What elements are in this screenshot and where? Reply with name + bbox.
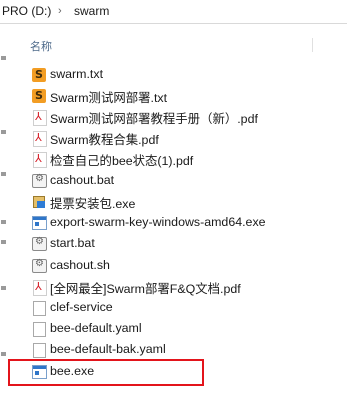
breadcrumb-folder[interactable]: swarm [74, 4, 109, 18]
file-row[interactable]: Swarm测试网部署.txt [28, 86, 328, 106]
file-name: [全网最全]Swarm部署F&Q文档.pdf [50, 282, 241, 296]
file-row[interactable]: bee-default.yaml [28, 319, 328, 339]
file-row[interactable]: [全网最全]Swarm部署F&Q文档.pdf [28, 277, 328, 297]
file-row[interactable]: 提票安装包.exe [28, 192, 328, 212]
nav-marker [1, 240, 6, 244]
file-name: cashout.sh [50, 258, 110, 272]
file-name: 检查自己的bee状态(1).pdf [50, 154, 194, 168]
nav-marker [1, 56, 6, 60]
file-name: swarm.txt [50, 67, 104, 81]
file-row[interactable]: bee-default-bak.yaml [28, 340, 328, 360]
pdf-icon [33, 131, 47, 147]
breadcrumb-drive[interactable]: PRO (D:) [2, 4, 51, 18]
nav-marker [1, 220, 6, 224]
nav-marker [1, 130, 6, 134]
file-name: Swarm测试网部署教程手册（新）.pdf [50, 112, 258, 126]
navigation-pane-edge [0, 24, 8, 400]
breadcrumb-separator-icon[interactable]: › [58, 5, 62, 17]
nav-marker [1, 172, 6, 176]
column-divider[interactable] [312, 38, 313, 52]
file-row[interactable]: clef-service [28, 298, 328, 318]
file-name: 提票安装包.exe [50, 197, 136, 211]
file-row[interactable]: export-swarm-key-windows-amd64.exe [28, 213, 328, 233]
file-name: Swarm教程合集.pdf [50, 133, 159, 147]
batch-file-icon [32, 236, 47, 251]
nav-marker [1, 286, 6, 290]
pdf-icon [33, 152, 47, 168]
sublime-text-icon [32, 89, 46, 103]
file-name: clef-service [50, 300, 113, 314]
name-column-header[interactable]: 名称 [30, 38, 52, 54]
file-name: cashout.bat [50, 173, 115, 187]
sublime-text-icon [32, 68, 46, 82]
installer-icon [32, 195, 46, 209]
batch-file-icon [32, 173, 47, 188]
file-name: bee-default.yaml [50, 321, 142, 335]
file-name: bee-default-bak.yaml [50, 342, 166, 356]
file-row[interactable]: swarm.txt [28, 65, 328, 85]
file-row[interactable]: cashout.sh [28, 256, 328, 276]
address-bar[interactable]: PRO (D:) › swarm [0, 0, 347, 24]
file-row[interactable]: start.bat [28, 234, 328, 254]
nav-marker [1, 352, 6, 356]
file-row[interactable]: Swarm教程合集.pdf [28, 128, 328, 148]
file-row[interactable]: Swarm测试网部署教程手册（新）.pdf [28, 107, 328, 127]
file-name: Swarm测试网部署.txt [50, 91, 168, 105]
file-name: export-swarm-key-windows-amd64.exe [50, 215, 266, 229]
pdf-icon [33, 110, 47, 126]
blank-file-icon [33, 343, 46, 358]
file-name: start.bat [50, 236, 95, 250]
blank-file-icon [33, 322, 46, 337]
blank-file-icon [33, 301, 46, 316]
file-row[interactable]: cashout.bat [28, 171, 328, 191]
file-row[interactable]: 检查自己的bee状态(1).pdf [28, 149, 328, 169]
pdf-icon [33, 280, 47, 296]
highlight-box [8, 359, 204, 386]
batch-file-icon [32, 258, 47, 273]
application-icon [32, 216, 47, 230]
